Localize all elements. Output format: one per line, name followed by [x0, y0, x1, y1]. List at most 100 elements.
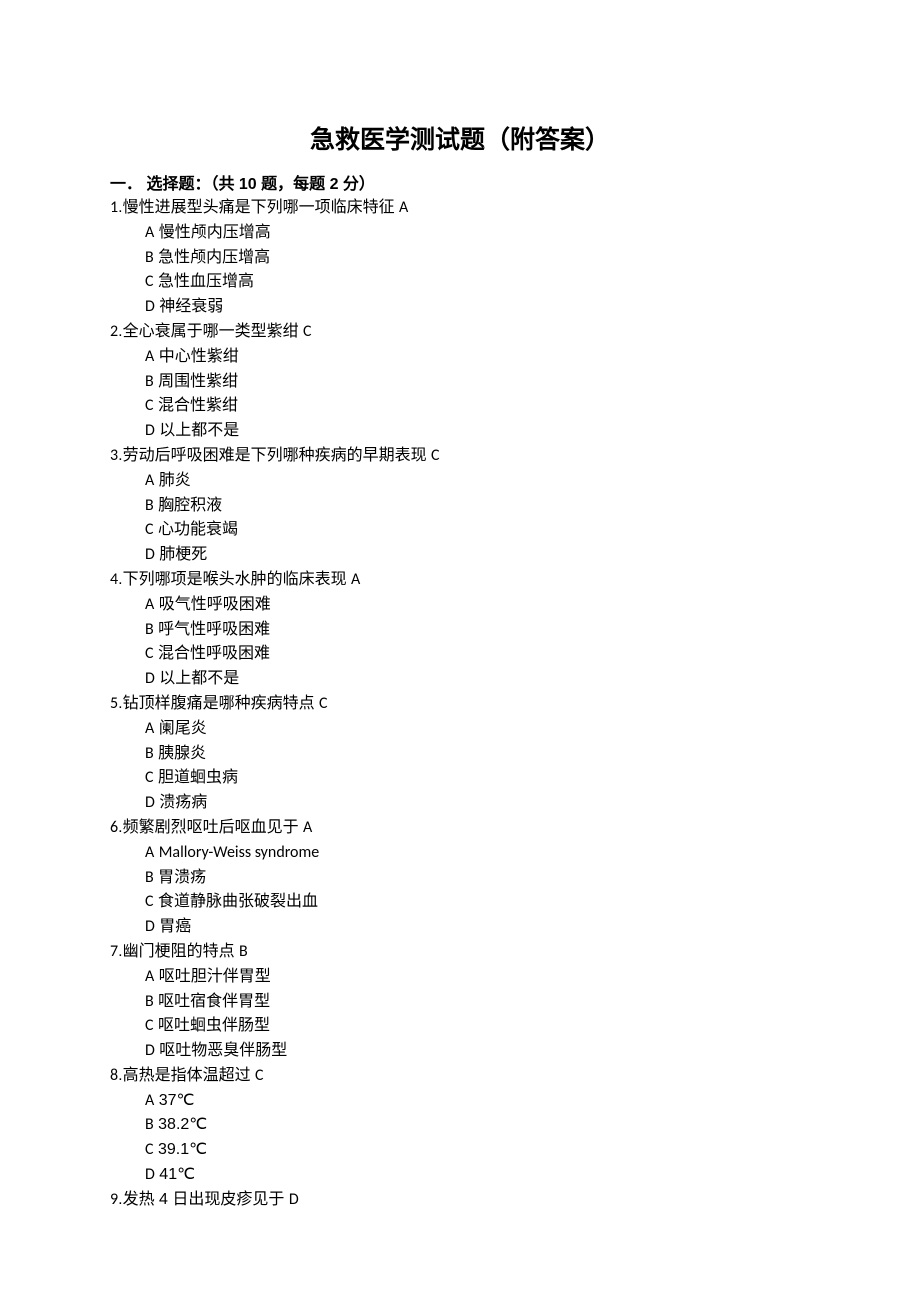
question-number: 3: [110, 446, 118, 465]
question-stem: 2.全心衰属于哪一类型紫绀 C: [110, 320, 810, 345]
question-stem: 6.频繁剧烈呕吐后呕血见于 A: [110, 816, 810, 841]
option-letter: A: [145, 1091, 154, 1110]
option-text: 溃疡病: [159, 794, 207, 811]
question-option: A 阑尾炎: [110, 717, 810, 742]
question-option: B 呼气性呼吸困难: [110, 618, 810, 643]
page: 急救医学测试题（附答案） 一． 选择题：（共 10 题，每题 2 分） 1.慢性…: [0, 0, 920, 1302]
option-letter: B: [145, 248, 154, 267]
question-answer: C: [431, 446, 440, 465]
option-letter: C: [145, 1016, 154, 1035]
question-option: B 胸腔积液: [110, 494, 810, 519]
option-text: 呕吐胆汁伴胃型: [159, 968, 271, 985]
option-text: 心功能衰竭: [158, 521, 238, 538]
question-option: A 中心性紫绀: [110, 345, 810, 370]
question-option: C 胆道蛔虫病: [110, 766, 810, 791]
option-text: 周围性紫绀: [158, 373, 238, 390]
option-text: 食道静脉曲张破裂出血: [158, 893, 318, 910]
question-answer: C: [319, 694, 328, 713]
question-stem: 3.劳动后呼吸困难是下列哪种疾病的早期表现 C: [110, 444, 810, 469]
option-letter: A: [145, 347, 154, 366]
question-stem: 8.高热是指体温超过 C: [110, 1064, 810, 1089]
option-letter: B: [145, 1115, 154, 1134]
question-option: D 以上都不是: [110, 667, 810, 692]
question-stem: 4.下列哪项是喉头水肿的临床表现 A: [110, 568, 810, 593]
section-heading: 一． 选择题：（共 10 题，每题 2 分）: [110, 170, 810, 194]
question-option: B 急性颅内压增高: [110, 246, 810, 271]
option-text: 肺炎: [159, 472, 191, 489]
option-text: 吸气性呼吸困难: [159, 596, 271, 613]
option-letter: B: [145, 992, 154, 1011]
option-letter: D: [145, 297, 155, 316]
option-text: 呕吐物恶臭伴肠型: [159, 1042, 287, 1059]
question-option: C 呕吐蛔虫伴肠型: [110, 1014, 810, 1039]
option-text: 胰腺炎: [158, 745, 206, 762]
question-stem-text: 下列哪项是喉头水肿的临床表现: [123, 571, 347, 588]
option-letter: B: [145, 744, 154, 763]
option-letter: D: [145, 1041, 155, 1060]
option-letter: A: [145, 967, 154, 986]
question-option: C 食道静脉曲张破裂出血: [110, 890, 810, 915]
question-stem: 9.发热 4 日出现皮疹见于 D: [110, 1188, 810, 1213]
question-stem: 1.慢性进展型头痛是下列哪一项临床特征 A: [110, 196, 810, 221]
question-answer: A: [303, 818, 312, 837]
option-letter: C: [145, 892, 154, 911]
question-option: A Mallory-Weiss syndrome: [110, 841, 810, 866]
question-answer: D: [289, 1190, 299, 1209]
question-option: D 溃疡病: [110, 791, 810, 816]
option-letter: B: [145, 868, 154, 887]
question-stem-text: 频繁剧烈呕吐后呕血见于: [123, 819, 299, 836]
question-number: 9: [110, 1190, 118, 1209]
question-number: 6: [110, 818, 118, 837]
option-letter: C: [145, 272, 154, 291]
option-letter: C: [145, 768, 154, 787]
option-letter: D: [145, 917, 155, 936]
option-text: 胆道蛔虫病: [158, 769, 238, 786]
option-letter: C: [145, 644, 154, 663]
option-text: 阑尾炎: [159, 720, 207, 737]
question-stem-text: 高热是指体温超过: [123, 1067, 251, 1084]
option-letter: C: [145, 396, 154, 415]
option-text: 慢性颅内压增高: [159, 224, 271, 241]
option-letter: C: [145, 1140, 154, 1159]
question-option: C 混合性紫绀: [110, 394, 810, 419]
question-option: D 神经衰弱: [110, 295, 810, 320]
question-number: 4: [110, 570, 118, 589]
question-option: C 混合性呼吸困难: [110, 642, 810, 667]
questions-container: 1.慢性进展型头痛是下列哪一项临床特征 AA 慢性颅内压增高B 急性颅内压增高C…: [110, 196, 810, 1213]
question-option: C 急性血压增高: [110, 270, 810, 295]
question-stem-text: 幽门梗阻的特点: [123, 943, 235, 960]
option-text: 41℃: [159, 1166, 195, 1183]
question-option: B 38.2℃: [110, 1113, 810, 1138]
option-text: 呼气性呼吸困难: [158, 621, 270, 638]
question-stem-text: 发热 4 日出现皮疹见于: [123, 1191, 285, 1208]
option-text: 37℃: [159, 1092, 195, 1109]
option-letter: B: [145, 620, 154, 639]
question-option: D 胃癌: [110, 915, 810, 940]
question-stem: 7.幽门梗阻的特点 B: [110, 940, 810, 965]
option-text: 以上都不是: [159, 422, 239, 439]
question-option: B 呕吐宿食伴胃型: [110, 990, 810, 1015]
option-text: 肺梗死: [159, 546, 207, 563]
question-option: C 39.1℃: [110, 1138, 810, 1163]
option-text: 以上都不是: [159, 670, 239, 687]
question-option: D 41℃: [110, 1163, 810, 1188]
question-option: B 胃溃疡: [110, 866, 810, 891]
option-text: 呕吐宿食伴胃型: [158, 993, 270, 1010]
option-letter: A: [145, 595, 154, 614]
option-letter: A: [145, 719, 154, 738]
option-letter: D: [145, 1165, 155, 1184]
page-title: 急救医学测试题（附答案）: [110, 120, 810, 156]
option-letter: B: [145, 496, 154, 515]
question-option: D 以上都不是: [110, 419, 810, 444]
question-answer: B: [239, 942, 248, 961]
option-text: 神经衰弱: [159, 298, 223, 315]
option-letter: B: [145, 372, 154, 391]
question-option: A 吸气性呼吸困难: [110, 593, 810, 618]
question-option: A 肺炎: [110, 469, 810, 494]
question-stem-text: 全心衰属于哪一类型紫绀: [123, 323, 299, 340]
question-option: D 呕吐物恶臭伴肠型: [110, 1039, 810, 1064]
option-text: 中心性紫绀: [159, 348, 239, 365]
option-letter: A: [145, 843, 154, 862]
option-letter: A: [145, 223, 154, 242]
question-answer: C: [303, 322, 312, 341]
